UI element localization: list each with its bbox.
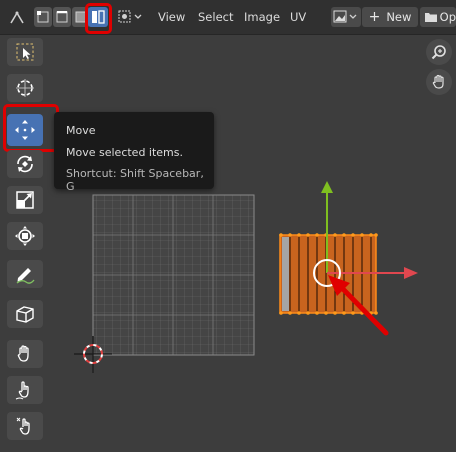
annotate-icon	[16, 268, 35, 284]
rip-region-tool[interactable]	[7, 300, 43, 328]
transform-icon	[15, 226, 35, 246]
select-box-tool[interactable]	[7, 38, 43, 66]
zoom-icon	[431, 45, 446, 60]
tooltip-description: Move selected items.	[66, 146, 184, 159]
uv-canvas	[74, 181, 418, 373]
scale-icon	[16, 191, 34, 209]
rotate-icon	[17, 155, 33, 173]
move-tool-highlight	[3, 104, 59, 152]
tooltip-title: Move	[66, 124, 96, 137]
uv-grid	[92, 194, 255, 356]
pan-view-button[interactable]	[426, 69, 452, 95]
rip-region-icon	[16, 306, 34, 323]
relax-icon	[15, 381, 29, 400]
rotate-tool[interactable]	[7, 150, 43, 178]
scale-tool[interactable]	[7, 186, 43, 214]
select-box-icon	[16, 43, 34, 61]
move-tool-tooltip: Move Move selected items. Shortcut: Shif…	[54, 112, 214, 193]
cursor-tool[interactable]	[7, 74, 43, 102]
grab-icon	[17, 345, 29, 362]
cursor-icon	[16, 79, 34, 97]
transform-tool[interactable]	[7, 222, 43, 250]
zoom-view-button[interactable]	[426, 39, 452, 65]
annotate-tool[interactable]	[7, 260, 43, 288]
pinch-tool[interactable]	[7, 412, 43, 440]
x-axis-arrow	[404, 267, 418, 279]
grab-tool[interactable]	[7, 340, 43, 368]
hand-icon	[432, 74, 444, 89]
pinch-icon	[16, 417, 30, 435]
relax-tool[interactable]	[7, 376, 43, 404]
tooltip-shortcut: Shortcut: Shift Spacebar, G	[66, 167, 204, 193]
y-axis-arrow	[321, 181, 333, 193]
